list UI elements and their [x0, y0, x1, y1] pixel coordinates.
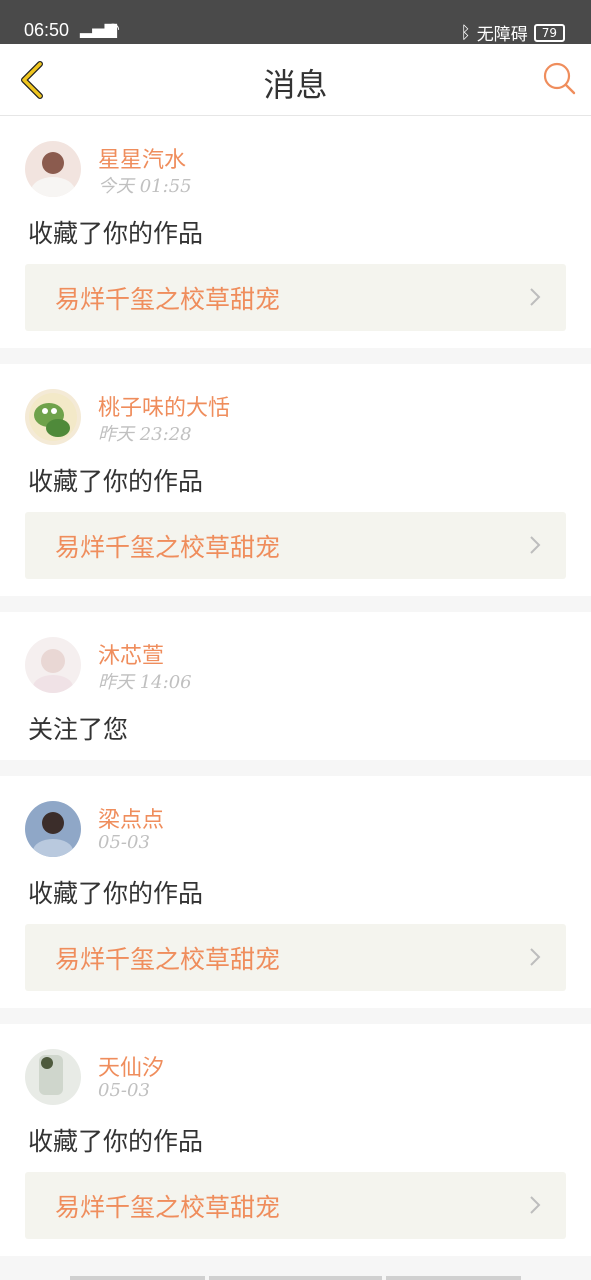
battery-icon: 79: [533, 23, 565, 42]
user-name[interactable]: 桃子味的大恬: [98, 390, 230, 422]
user-name[interactable]: 星星汽水: [98, 142, 186, 174]
status-right: ᛒ 无障碍 79: [461, 20, 565, 45]
message-time: 昨天 14:06: [98, 672, 192, 693]
avatar[interactable]: [25, 801, 81, 857]
work-link[interactable]: 易烊千玺之校草甜宠: [25, 924, 566, 991]
message-item: 天仙汐 05-03 收藏了你的作品 易烊千玺之校草甜宠: [0, 1024, 591, 1272]
work-link[interactable]: 易烊千玺之校草甜宠: [25, 264, 566, 331]
avatar[interactable]: [25, 141, 81, 197]
bluetooth-icon: ᛒ: [460, 22, 471, 43]
message-time: 昨天 23:28: [98, 424, 192, 445]
message-item: 星星汽水 今天 01:55 收藏了你的作品 易烊千玺之校草甜宠: [0, 116, 591, 364]
message-time: 今天 01:55: [98, 176, 192, 197]
nav-handle-center[interactable]: [209, 1276, 382, 1280]
work-title: 易烊千玺之校草甜宠: [55, 945, 281, 974]
message-item: 梁点点 05-03 收藏了你的作品 易烊千玺之校草甜宠: [0, 776, 591, 1024]
chevron-right-icon: [530, 288, 541, 306]
message-time: 05-03: [98, 832, 150, 853]
message-item: 桃子味的大恬 昨天 23:28 收藏了你的作品 易烊千玺之校草甜宠: [0, 364, 591, 612]
search-icon: [543, 62, 576, 95]
status-bar: 06:50 ▂▄▆ ◠ ᛒ 无障碍 79: [0, 0, 591, 45]
search-button[interactable]: [541, 60, 577, 96]
nav-handle-right[interactable]: [386, 1276, 521, 1280]
nav-handle-left[interactable]: [70, 1276, 205, 1280]
message-time: 05-03: [98, 1080, 150, 1101]
page-title: 消息: [263, 66, 328, 104]
top-header: 消息: [0, 44, 591, 116]
message-item: 沐芯萱 昨天 14:06 关注了您: [0, 612, 591, 776]
chevron-right-icon: [530, 948, 541, 966]
user-name[interactable]: 沐芯萱: [98, 638, 164, 670]
chevron-right-icon: [530, 536, 541, 554]
message-list: 星星汽水 今天 01:55 收藏了你的作品 易烊千玺之校草甜宠 桃子味的大恬 昨…: [0, 116, 591, 1272]
work-title: 易烊千玺之校草甜宠: [55, 1193, 281, 1222]
user-name[interactable]: 天仙汐: [98, 1050, 164, 1082]
message-action: 收藏了你的作品: [28, 219, 204, 248]
status-time: 06:50: [24, 20, 70, 40]
message-action: 关注了您: [28, 715, 129, 744]
work-title: 易烊千玺之校草甜宠: [55, 285, 281, 314]
avatar[interactable]: [25, 389, 81, 445]
work-link[interactable]: 易烊千玺之校草甜宠: [25, 512, 566, 579]
user-name[interactable]: 梁点点: [98, 802, 164, 834]
chevron-right-icon: [530, 1196, 541, 1214]
wifi-icon: ◠: [106, 19, 120, 38]
accessibility-text: 无障碍: [476, 25, 528, 45]
work-link[interactable]: 易烊千玺之校草甜宠: [25, 1172, 566, 1239]
work-title: 易烊千玺之校草甜宠: [55, 533, 281, 562]
message-action: 收藏了你的作品: [28, 1127, 204, 1156]
avatar[interactable]: [25, 1049, 81, 1105]
avatar[interactable]: [25, 637, 81, 693]
message-action: 收藏了你的作品: [28, 879, 204, 908]
message-action: 收藏了你的作品: [28, 467, 204, 496]
